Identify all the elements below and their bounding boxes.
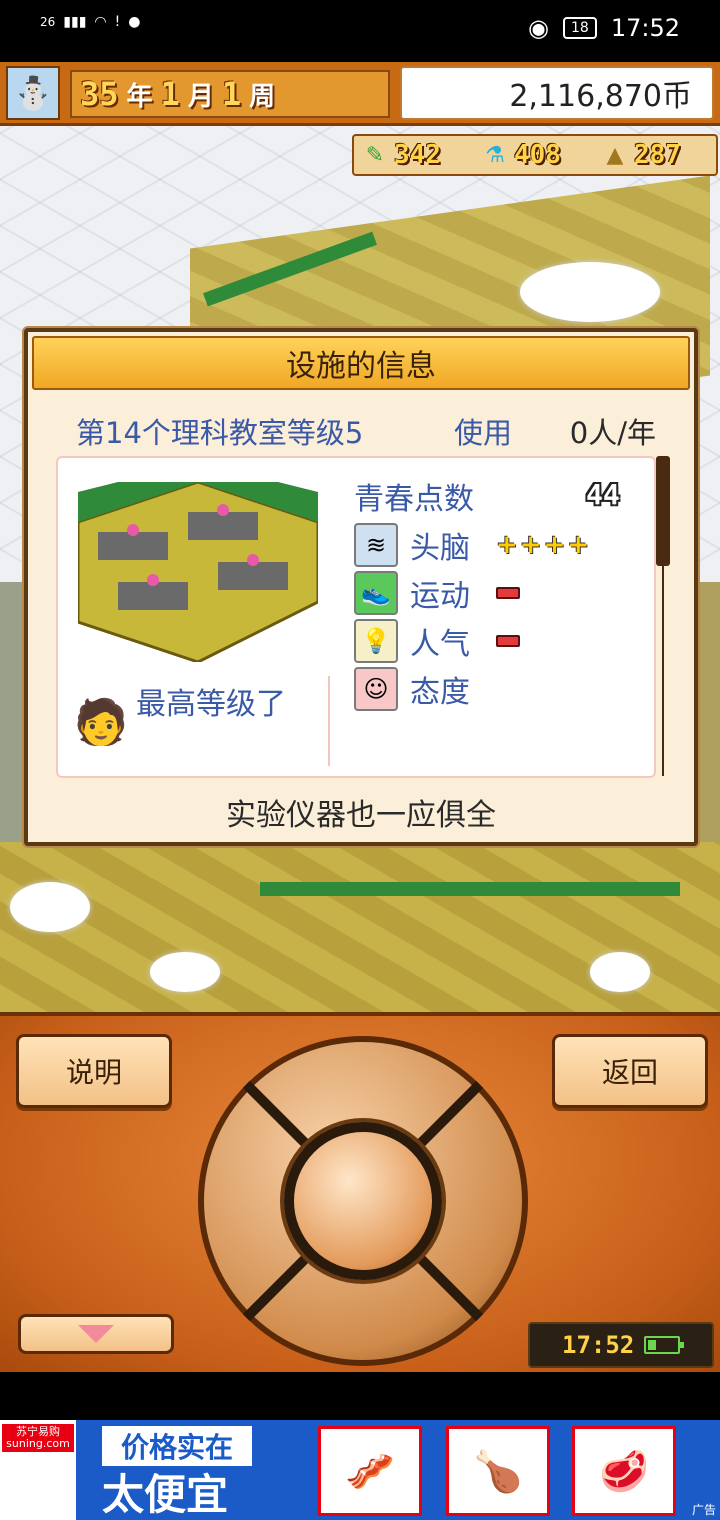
signal-strength: 26	[40, 15, 56, 29]
stat-label: 态度	[410, 675, 470, 710]
snow-tree	[590, 952, 650, 992]
message-icon: ●	[128, 14, 141, 30]
student-icon: 🧑	[73, 697, 129, 748]
year-number: 35	[80, 75, 119, 113]
science-room-image	[78, 482, 318, 662]
help-button[interactable]: 说明	[16, 1034, 172, 1108]
ad-product-steak[interactable]: 🥩	[572, 1426, 676, 1516]
stat-sport: 👟 运动	[354, 570, 520, 616]
stat-rating-minus	[496, 635, 520, 647]
back-button[interactable]: 返回	[552, 1034, 708, 1108]
week-unit: 周	[249, 81, 276, 112]
suning-logo: 苏宁易购 suning.com	[0, 1420, 76, 1520]
max-level-text: 最高等级了	[136, 687, 286, 722]
usage-rate: 0人/年	[569, 416, 656, 450]
brand-url: suning.com	[6, 1437, 70, 1450]
month-unit: 月	[187, 81, 214, 112]
facility-description: 实验仪器也一应俱全	[226, 798, 496, 833]
resource-value: 408	[514, 140, 561, 170]
signal-icon: ▮▮▮	[63, 14, 87, 30]
facility-info-dialog: 设施的信息 第14个理科教室等级5 使用 0人/年 🧑 最高等级了 青春点数 4…	[24, 328, 698, 846]
ad-banner[interactable]: 苏宁易购 suning.com 价格实在 太便宜 🥓 🍗 🥩 广告	[0, 1420, 720, 1520]
ad-subheadline: 太便宜	[102, 1470, 229, 1519]
status-time: 17:52	[610, 14, 680, 42]
dpad-center-button[interactable]	[284, 1122, 442, 1280]
youth-points-label: 青春点数	[354, 482, 474, 517]
game-clock: 17:52	[528, 1322, 714, 1368]
top-hud: ⛄ 35 年 1 月 1 周 2,116,870币	[0, 62, 720, 126]
brain-icon: ≋	[354, 523, 398, 567]
eye-icon: ◉	[528, 14, 549, 42]
ad-headline: 价格实在	[102, 1426, 252, 1466]
resource-science: ⚗ 408	[478, 138, 594, 172]
divider	[328, 676, 330, 766]
stat-label: 人气	[410, 627, 470, 662]
ad-label: 广告	[691, 1503, 716, 1517]
game-clock-time: 17:52	[562, 1331, 635, 1359]
stat-brain: ≋ 头脑 ++++	[354, 522, 591, 568]
fence	[260, 882, 680, 896]
money-display: 2,116,870币	[400, 66, 714, 120]
facility-name: 第14个理科教室等级5	[76, 416, 364, 450]
stat-rating-minus	[496, 587, 520, 599]
stat-rating-plus: ++++	[496, 530, 592, 560]
usage-label: 使用	[454, 416, 513, 450]
shoe-icon: 👟	[354, 571, 398, 615]
brand-badge: 苏宁易购 suning.com	[2, 1424, 74, 1452]
dpad[interactable]	[198, 1036, 528, 1366]
flask-icon: ⚗	[485, 142, 505, 168]
wifi-icon: ◠	[94, 14, 107, 30]
week-number: 1	[221, 75, 242, 113]
stat-label: 运动	[410, 579, 470, 614]
menu-down-button[interactable]	[18, 1314, 174, 1354]
battery-icon	[644, 1336, 685, 1354]
triangle-down-icon	[78, 1325, 114, 1343]
ad-product-bacon[interactable]: 🥓	[318, 1426, 422, 1516]
resource-bar: ✎ 342 ⚗ 408 ▲ 287	[352, 134, 718, 176]
month-number: 1	[160, 75, 180, 113]
resource-value: 287	[634, 140, 681, 170]
facility-detail-panel[interactable]: 🧑 最高等级了 青春点数 44 ≋ 头脑 ++++ 👟 运动 💡 人气 ☺ 态度	[56, 456, 656, 778]
stat-attitude: ☺ 态度	[354, 666, 490, 712]
ad-product-chicken[interactable]: 🍗	[446, 1426, 550, 1516]
snow-bush	[520, 262, 660, 322]
snowman-icon[interactable]: ⛄	[6, 66, 60, 120]
bell-icon: ▲	[606, 142, 624, 168]
spacer	[0, 1372, 720, 1420]
year-unit: 年	[126, 81, 153, 112]
controller-panel: 说明 返回 17:52	[0, 1012, 720, 1372]
snow-tree	[10, 882, 90, 932]
pencil-icon: ✎	[365, 142, 385, 168]
smiley-icon: ☺	[354, 667, 398, 711]
stat-popularity: 💡 人气	[354, 618, 520, 664]
resource-value: 342	[394, 140, 441, 170]
status-bar: 26 ▮▮▮ ◠ ! ● ◉ 18 17:52	[0, 0, 720, 62]
snow-tree	[150, 952, 220, 992]
scroll-thumb[interactable]	[656, 456, 670, 566]
youth-points-value: 44	[586, 478, 620, 511]
resource-culture: ▲ 287	[598, 138, 714, 172]
date-display: 35 年 1 月 1 周	[70, 70, 390, 118]
dialog-title: 设施的信息	[32, 336, 690, 390]
lightbulb-icon: 💡	[354, 619, 398, 663]
battery-level: 18	[563, 17, 597, 39]
resource-research: ✎ 342	[358, 138, 474, 172]
alert-icon: !	[114, 14, 121, 30]
panel-scrollbar[interactable]	[656, 456, 670, 776]
stat-label: 头脑	[410, 531, 470, 566]
